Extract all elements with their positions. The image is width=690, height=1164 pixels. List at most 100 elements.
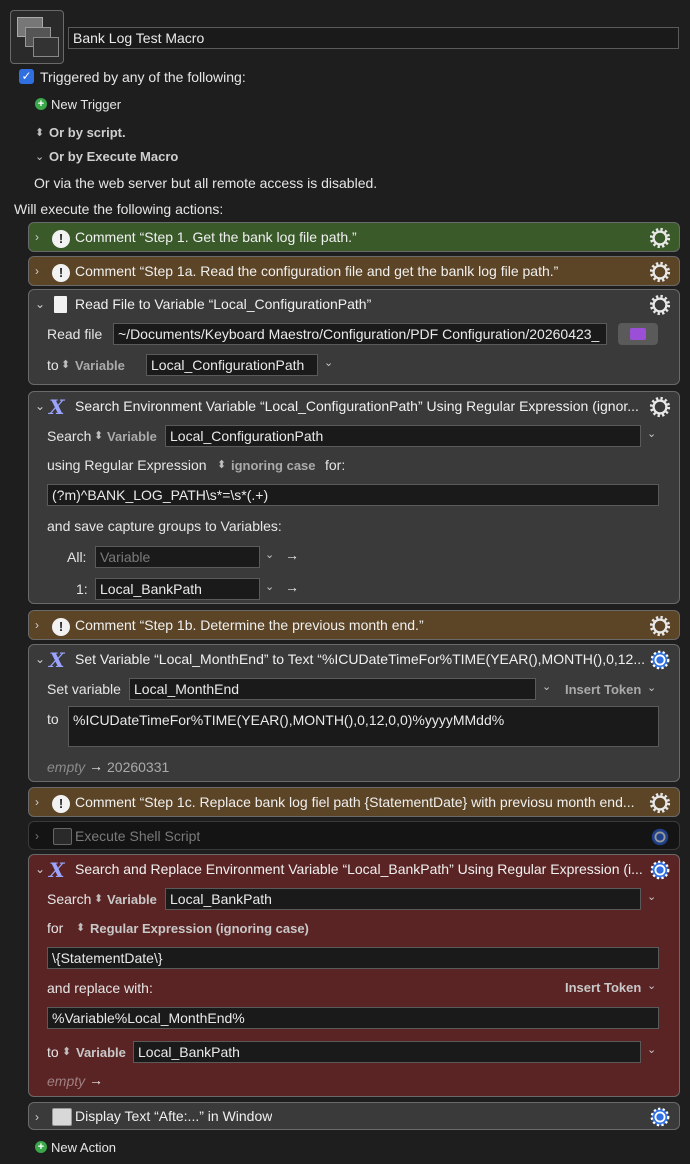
new-trigger-add-icon[interactable]: + [35,98,47,110]
gear-icon[interactable] [649,294,671,316]
save-capture-label: and save capture groups to Variables: [47,518,282,534]
case-mode-selector[interactable]: ignoring case [231,458,316,473]
triggered-label: Triggered by any of the following: [40,69,246,85]
variable-x-icon: X [49,648,65,672]
gear-icon[interactable] [649,792,671,814]
action-title: Search and Replace Environment Variable … [75,861,643,877]
search-pattern-field[interactable]: \{StatementDate\} [47,947,659,969]
search-variable-field[interactable]: Local_ConfigurationPath [165,425,641,447]
chevron-down-icon[interactable]: ⌄ [35,652,45,666]
chevron-down-icon[interactable]: ⌄ [265,580,274,593]
chevron-down-icon[interactable]: ⌄ [35,297,45,311]
action-title: Execute Shell Script [75,828,201,844]
chevron-right-icon[interactable]: › [35,230,39,244]
file-picker-button[interactable] [618,323,658,345]
chevron-down-icon[interactable]: ⌄ [647,1043,656,1056]
for-label: for: [325,457,346,473]
chevron-down-icon[interactable]: ⌄ [647,681,656,694]
regex-field[interactable]: (?m)^BANK_LOG_PATH\s*=\s*(.+) [47,484,659,506]
gear-icon[interactable] [649,1106,671,1128]
gear-icon[interactable] [649,859,671,881]
chevron-down-icon[interactable]: ⌄ [265,548,274,561]
action-search-and-replace[interactable]: ⌄ X Search and Replace Environment Varia… [28,854,680,1097]
gear-icon[interactable] [649,396,671,418]
triggered-checkbox[interactable]: ✓ [19,69,34,84]
chevron-down-icon: ⌄ [35,151,45,163]
arrow-right-icon[interactable]: → [285,579,299,595]
macro-name-field[interactable]: Bank Log Test Macro [68,27,679,49]
new-trigger-button[interactable]: New Trigger [51,97,121,112]
chevron-right-icon[interactable]: › [35,1110,39,1124]
new-action-button[interactable]: New Action [51,1140,116,1155]
action-display-text[interactable]: › Display Text “Afte:...” in Window [28,1102,680,1130]
variable-type-label[interactable]: Variable [75,358,125,373]
set-text-field[interactable]: %ICUDateTimeFor%TIME(YEAR(),MONTH(),0,12… [68,706,659,747]
variable-type-label[interactable]: Variable [107,892,157,907]
action-title: Display Text “Afte:...” in Window [75,1108,273,1124]
using-regex-label: using Regular Expression [47,457,207,473]
chevron-down-icon[interactable]: ⌄ [35,862,45,876]
set-variable-field[interactable]: Local_MonthEnd [129,678,536,700]
variable-type-label[interactable]: Variable [107,429,157,444]
file-path-field[interactable]: ~/Documents/Keyboard Maestro/Configurati… [113,323,607,345]
insert-token-button[interactable]: Insert Token [565,980,641,995]
regex-mode-selector[interactable]: Regular Expression (ignoring case) [90,921,309,936]
chevron-down-icon[interactable]: ⌄ [647,890,656,903]
macro-icon[interactable] [10,10,64,64]
all-variable-field[interactable]: Variable [95,546,260,568]
gear-icon[interactable] [649,261,671,283]
purple-folder-icon [630,328,646,340]
set-variable-label: Set variable [47,681,121,697]
or-by-execute-macro-toggle[interactable]: Or by Execute Macro [49,149,178,164]
replacement-field[interactable]: %Variable%Local_MonthEnd% [47,1007,659,1029]
insert-token-button[interactable]: Insert Token [565,682,641,697]
gear-icon[interactable] [649,649,671,671]
gear-icon[interactable] [649,826,671,848]
to-label: to [47,711,59,727]
arrow-right-icon[interactable]: → [285,547,299,563]
action-comment-step1[interactable]: › ! Comment “Step 1. Get the bank log fi… [28,222,680,252]
exclamation-icon: ! [52,230,70,248]
chevron-down-icon[interactable]: ⌄ [647,979,656,992]
action-comment-step1a[interactable]: › ! Comment “Step 1a. Read the configura… [28,256,680,286]
action-comment-step1c[interactable]: › ! Comment “Step 1c. Replace bank log f… [28,787,680,817]
variable-x-icon: X [49,395,65,419]
gear-icon[interactable] [649,227,671,249]
action-set-variable[interactable]: ⌄ X Set Variable “Local_MonthEnd” to Tex… [28,644,680,782]
search-variable-field[interactable]: Local_BankPath [165,888,641,910]
new-action-add-icon[interactable]: + [35,1141,47,1153]
chevron-down-icon[interactable]: ⌄ [542,680,551,693]
or-by-script-toggle[interactable]: Or by script. [49,125,126,140]
chevron-right-icon[interactable]: › [35,795,39,809]
exclamation-icon: ! [52,795,70,813]
all-label: All: [67,549,87,565]
chevron-right-icon[interactable]: › [35,618,39,632]
empty-label: empty [47,1073,86,1089]
updown-icon: ⬍ [62,1046,72,1058]
variable-x-icon: X [49,858,65,882]
action-read-file[interactable]: ⌄ Read File to Variable “Local_Configura… [28,289,680,385]
action-comment-step1b[interactable]: › ! Comment “Step 1b. Determine the prev… [28,610,680,640]
variable-field[interactable]: Local_ConfigurationPath [146,354,318,376]
chevron-down-icon[interactable]: ⌄ [324,356,333,369]
chevron-right-icon[interactable]: › [35,264,39,278]
arrow-right-icon: → [89,1072,103,1088]
terminal-icon [53,828,72,845]
chevron-right-icon[interactable]: › [35,829,39,843]
to-variable-field[interactable]: Local_BankPath [133,1041,641,1063]
exclamation-icon: ! [52,264,70,282]
group-one-variable-field[interactable]: Local_BankPath [95,578,260,600]
chevron-down-icon[interactable]: ⌄ [35,399,45,413]
search-label: Search [47,891,92,907]
action-title: Read File to Variable “Local_Configurati… [75,296,372,312]
action-execute-shell-script[interactable]: › Execute Shell Script [28,821,680,850]
replace-with-label: and replace with: [47,980,153,996]
variable-type-label[interactable]: Variable [76,1045,126,1060]
result-value: 20260331 [107,759,170,775]
gear-icon[interactable] [649,615,671,637]
action-title: Comment “Step 1. Get the bank log file p… [75,229,357,245]
chevron-down-icon[interactable]: ⌄ [647,427,656,440]
action-title: Comment “Step 1a. Read the configuration… [75,263,559,279]
web-server-note: Or via the web server but all remote acc… [34,175,378,191]
action-search-environment-variable[interactable]: ⌄ X Search Environment Variable “Local_C… [28,391,680,604]
